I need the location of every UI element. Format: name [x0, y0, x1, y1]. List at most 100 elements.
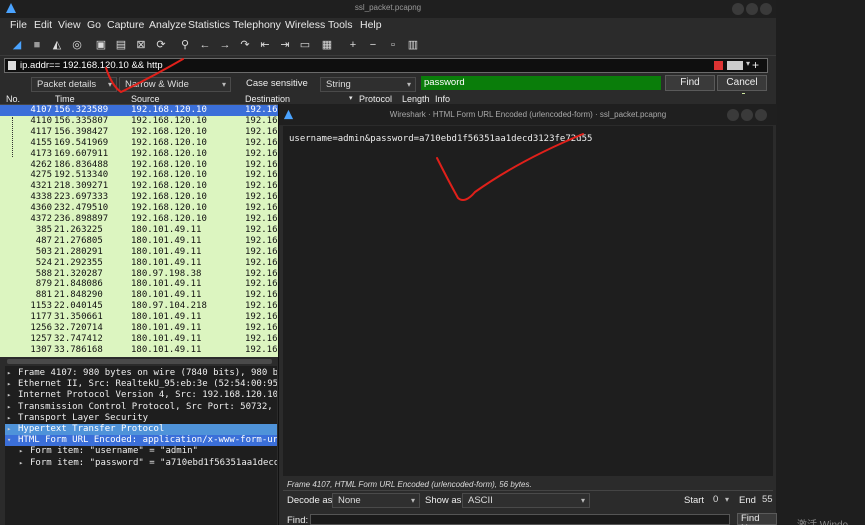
- menu-file[interactable]: File: [10, 19, 27, 31]
- search-input[interactable]: password: [421, 76, 661, 90]
- close-file-icon[interactable]: ⊠: [134, 38, 148, 52]
- zoom-in-icon[interactable]: +: [346, 38, 360, 52]
- urlencoded-form-dialog: Wireshark · HTML Form URL Encoded (urlen…: [278, 104, 777, 525]
- expand-right-icon[interactable]: ▸: [7, 413, 11, 424]
- first-packet-icon[interactable]: ⇤: [258, 38, 272, 52]
- case-sensitive-checkbox[interactable]: Case sensitive: [246, 78, 308, 89]
- detail-row[interactable]: ▸ Form item: "username" = "admin": [5, 446, 277, 457]
- find-button[interactable]: Find: [665, 75, 715, 91]
- detail-row[interactable]: ▸ Hypertext Transfer Protocol: [5, 424, 277, 436]
- decode-as-select[interactable]: None ▾: [332, 493, 420, 508]
- menu-view[interactable]: View: [58, 19, 81, 31]
- bookmark-icon[interactable]: [8, 61, 16, 70]
- dialog-maximize-button[interactable]: [741, 109, 753, 121]
- close-window-button[interactable]: [760, 3, 772, 15]
- expand-right-icon[interactable]: ▸: [7, 402, 11, 413]
- detail-row[interactable]: ▾ HTML Form URL Encoded: application/x-ww…: [5, 435, 277, 447]
- column-time[interactable]: Time: [55, 94, 75, 104]
- find-text-input[interactable]: [310, 514, 730, 525]
- packet-no: 4360: [30, 203, 52, 214]
- find-label: Find:: [287, 515, 309, 525]
- expand-right-icon[interactable]: ▸: [7, 390, 11, 401]
- find-packet-icon[interactable]: ⚲: [178, 38, 192, 52]
- display-filter-bar[interactable]: ip.addr== 192.168.120.10 && http ▾: [4, 58, 768, 73]
- packet-time: 156.323589: [54, 105, 109, 115]
- filter-dropdown-icon[interactable]: ▾: [746, 59, 750, 68]
- shark-fin-icon[interactable]: ◢: [10, 38, 24, 52]
- menu-statistics[interactable]: Statistics: [188, 19, 230, 31]
- expand-right-icon[interactable]: ▸: [7, 368, 11, 379]
- menu-analyze[interactable]: Analyze: [149, 19, 186, 31]
- char-width-select[interactable]: Narrow & Wide ▾: [119, 77, 231, 92]
- column-sort-icon: ▾: [349, 95, 353, 102]
- dialog-minimize-button[interactable]: [727, 109, 739, 121]
- go-to-packet-icon[interactable]: ↷: [238, 38, 252, 52]
- follow-stream-content[interactable]: username=admin&password=a710ebd1f56351aa…: [283, 126, 773, 476]
- search-type-select[interactable]: String ▾: [320, 77, 416, 92]
- go-forward-icon[interactable]: →: [218, 38, 232, 52]
- detail-row[interactable]: ▸ Form item: "password" = "a710ebd1f56351…: [5, 458, 277, 469]
- menu-help[interactable]: Help: [360, 19, 382, 31]
- detail-row[interactable]: ▸ Internet Protocol Version 4, Src: 192.1…: [5, 390, 277, 401]
- detail-row[interactable]: ▸ Transport Layer Security: [5, 413, 277, 424]
- column-protocol[interactable]: Protocol: [359, 94, 392, 104]
- detail-row[interactable]: ▸ Frame 4107: 980 bytes on wire (7840 bit…: [5, 368, 277, 379]
- autoscroll-icon[interactable]: ▭: [298, 38, 312, 52]
- dialog-title: Wireshark · HTML Form URL Encoded (urlen…: [389, 110, 667, 119]
- cancel-button[interactable]: Cancel: [717, 75, 767, 91]
- maximize-button[interactable]: [746, 3, 758, 15]
- clear-filter-icon[interactable]: [714, 61, 723, 70]
- find-next-button[interactable]: Find Nex: [737, 513, 777, 525]
- packet-dst: 192.16: [245, 301, 278, 312]
- menu-go[interactable]: Go: [87, 19, 101, 31]
- normal-size-icon[interactable]: ▫: [386, 38, 400, 52]
- save-file-icon[interactable]: ▤: [114, 38, 128, 52]
- packet-src: 192.168.120.10: [131, 126, 207, 137]
- search-area-select[interactable]: Packet details ▾: [31, 77, 117, 92]
- resize-columns-icon[interactable]: ▥: [406, 38, 420, 52]
- menu-wireless[interactable]: Wireless: [285, 19, 325, 31]
- detail-text: Internet Protocol Version 4, Src: 192.16…: [18, 390, 277, 401]
- minimize-button[interactable]: [732, 3, 744, 15]
- column-no[interactable]: No.: [6, 94, 20, 104]
- dialog-title-bar: Wireshark · HTML Form URL Encoded (urlen…: [279, 104, 777, 125]
- options-gear-icon[interactable]: ◎: [70, 38, 84, 52]
- expand-right-icon[interactable]: ▸: [19, 446, 23, 457]
- packet-dst: 192.16: [245, 181, 278, 192]
- menu-bar: File Edit View Go Capture Analyze Statistics Te…: [0, 18, 776, 34]
- packet-src: 192.168.120.10: [131, 192, 207, 203]
- expand-right-icon[interactable]: ▸: [19, 458, 23, 469]
- packet-details-tree[interactable]: ▸ Frame 4107: 980 bytes on wire (7840 bit…: [5, 366, 277, 525]
- packet-no: 4338: [30, 192, 52, 203]
- reload-icon[interactable]: ⟳: [154, 38, 168, 52]
- packet-src: 180.97.198.38: [131, 268, 202, 279]
- add-filter-button[interactable]: +: [752, 58, 759, 72]
- apply-filter-icon[interactable]: [727, 61, 743, 70]
- stop-icon[interactable]: ■: [30, 38, 44, 52]
- open-file-icon[interactable]: ▣: [94, 38, 108, 52]
- menu-tools[interactable]: Tools: [328, 19, 353, 31]
- dialog-close-button[interactable]: [755, 109, 767, 121]
- menu-capture[interactable]: Capture: [107, 19, 144, 31]
- menu-telephony[interactable]: Telephony: [233, 19, 281, 31]
- display-filter-input[interactable]: ip.addr== 192.168.120.10 && http: [20, 60, 163, 71]
- show-as-select[interactable]: ASCII ▾: [462, 493, 590, 508]
- expand-down-icon[interactable]: ▾: [7, 435, 11, 446]
- start-spinbox[interactable]: 0 ▾: [708, 493, 733, 508]
- detail-row[interactable]: ▸ Transmission Control Protocol, Src Port…: [5, 402, 277, 413]
- column-info[interactable]: Info: [435, 94, 450, 104]
- column-length[interactable]: Length: [402, 94, 430, 104]
- expand-right-icon[interactable]: ▸: [7, 424, 11, 435]
- expand-right-icon[interactable]: ▸: [7, 379, 11, 390]
- colorize-icon[interactable]: ▦: [320, 38, 334, 52]
- column-source[interactable]: Source: [131, 94, 160, 104]
- end-spinbox[interactable]: 55: [757, 493, 777, 508]
- go-back-icon[interactable]: ←: [198, 38, 212, 52]
- menu-edit[interactable]: Edit: [34, 19, 52, 31]
- zoom-out-icon[interactable]: −: [366, 38, 380, 52]
- last-packet-icon[interactable]: ⇥: [278, 38, 292, 52]
- column-destination[interactable]: Destination: [245, 94, 290, 104]
- restart-icon[interactable]: ◭: [50, 38, 64, 52]
- detail-row[interactable]: ▸ Ethernet II, Src: RealtekU_95:eb:3e (52…: [5, 379, 277, 390]
- packet-src: 192.168.120.10: [131, 159, 207, 170]
